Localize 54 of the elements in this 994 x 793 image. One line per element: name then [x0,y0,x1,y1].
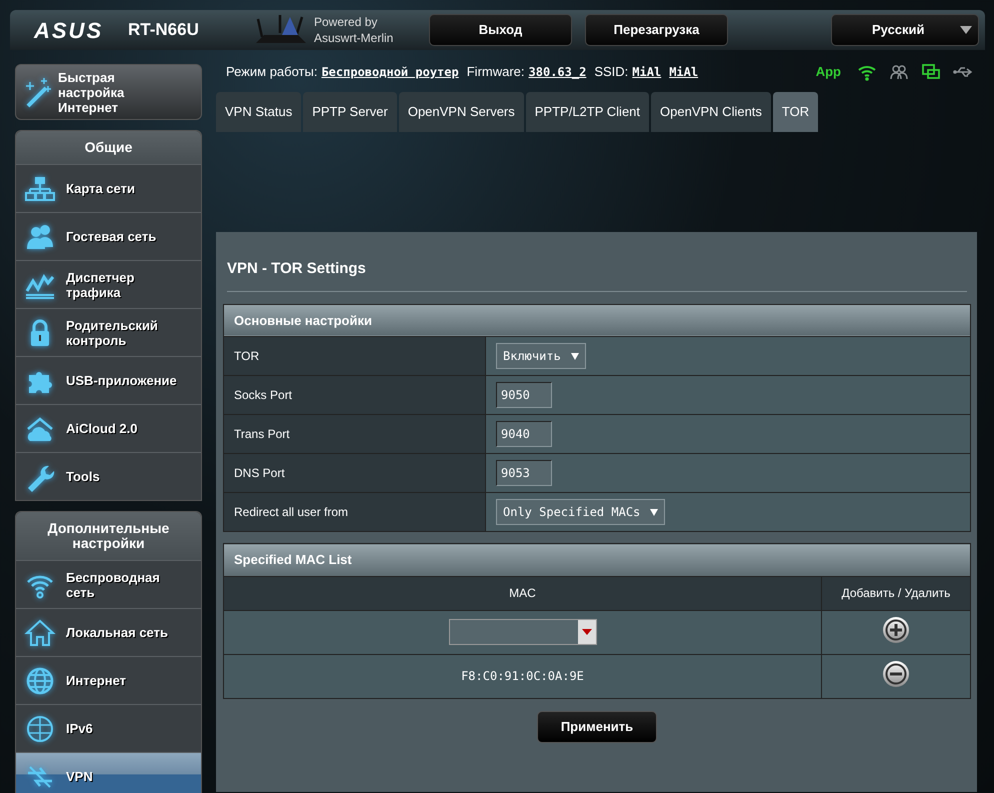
ssid-label: SSID: [594,63,628,82]
quick-setup-button[interactable]: Быстрая настройка Интернет [15,64,202,120]
ssid-link[interactable]: MiAl [632,63,662,81]
input-field[interactable]: 9050 [496,382,552,408]
firmware-brand: Asuswrt-Merlin [314,30,394,46]
sidebar-group-title: Общие [16,131,201,164]
field-label: Redirect all user from [224,492,486,532]
caret-icon [650,508,658,516]
language-select[interactable]: Русский [831,14,979,46]
section-header: Specified MAC List [224,544,970,576]
tab[interactable]: OpenVPN Clients [651,92,771,132]
field-label: Trans Port [224,414,486,454]
field-label: Socks Port [224,376,486,414]
model-name: RT-N66U [128,19,200,42]
field-label: DNS Port [224,454,486,492]
mac-select-field[interactable] [448,619,596,645]
caret-icon [960,26,972,34]
column-header: Добавить / Удалить [822,576,970,610]
app-link[interactable]: App [816,62,841,82]
field-label: TOR [224,336,486,376]
input-field[interactable]: 9053 [496,460,552,486]
header-button[interactable]: Перезагрузка [585,14,728,46]
header-button[interactable]: Выход [429,14,572,46]
caret-icon [570,352,579,360]
ssid-link[interactable]: MiAl [669,63,698,81]
dropdown-field[interactable]: Only Specified MACs [496,499,666,525]
monitor-icon[interactable] [921,63,941,81]
logo: ASUS [34,16,104,44]
apply-button[interactable]: Применить [537,710,657,742]
tab[interactable]: VPN Status [216,92,302,132]
people-icon[interactable] [889,63,909,81]
input-field[interactable]: 9040 [496,421,552,447]
caret-icon [582,629,592,635]
delete-button[interactable] [882,660,910,688]
minus-icon [882,660,910,688]
wifi-icon[interactable] [857,63,877,81]
sidebar-item[interactable]: VPN [16,752,201,793]
powered-by-text: Powered by [314,14,378,30]
page-title: VPN - TOR Settings [227,259,367,279]
mode-link[interactable]: Беспроводной роутер [321,63,459,81]
mode-label: Режим работы: [226,63,318,82]
dropdown-field[interactable]: Включить [496,343,586,369]
section-header: Основные настройки [224,304,970,336]
mac-address: F8:C0:91:0C:0A:9E [224,654,822,698]
tab[interactable]: OpenVPN Servers [398,92,524,132]
add-button[interactable] [882,616,910,644]
plus-icon [882,616,910,644]
tab[interactable]: PPTP Server [303,92,397,132]
sidebar-group-title: Дополнительные настройки [16,512,201,560]
firmware-link[interactable]: 380.63_2 [528,63,586,81]
tab[interactable]: TOR [772,92,818,132]
column-header: MAC [224,576,822,610]
firmware-label: Firmware: [466,63,525,82]
tab[interactable]: PPTP/L2TP Client [526,92,650,132]
